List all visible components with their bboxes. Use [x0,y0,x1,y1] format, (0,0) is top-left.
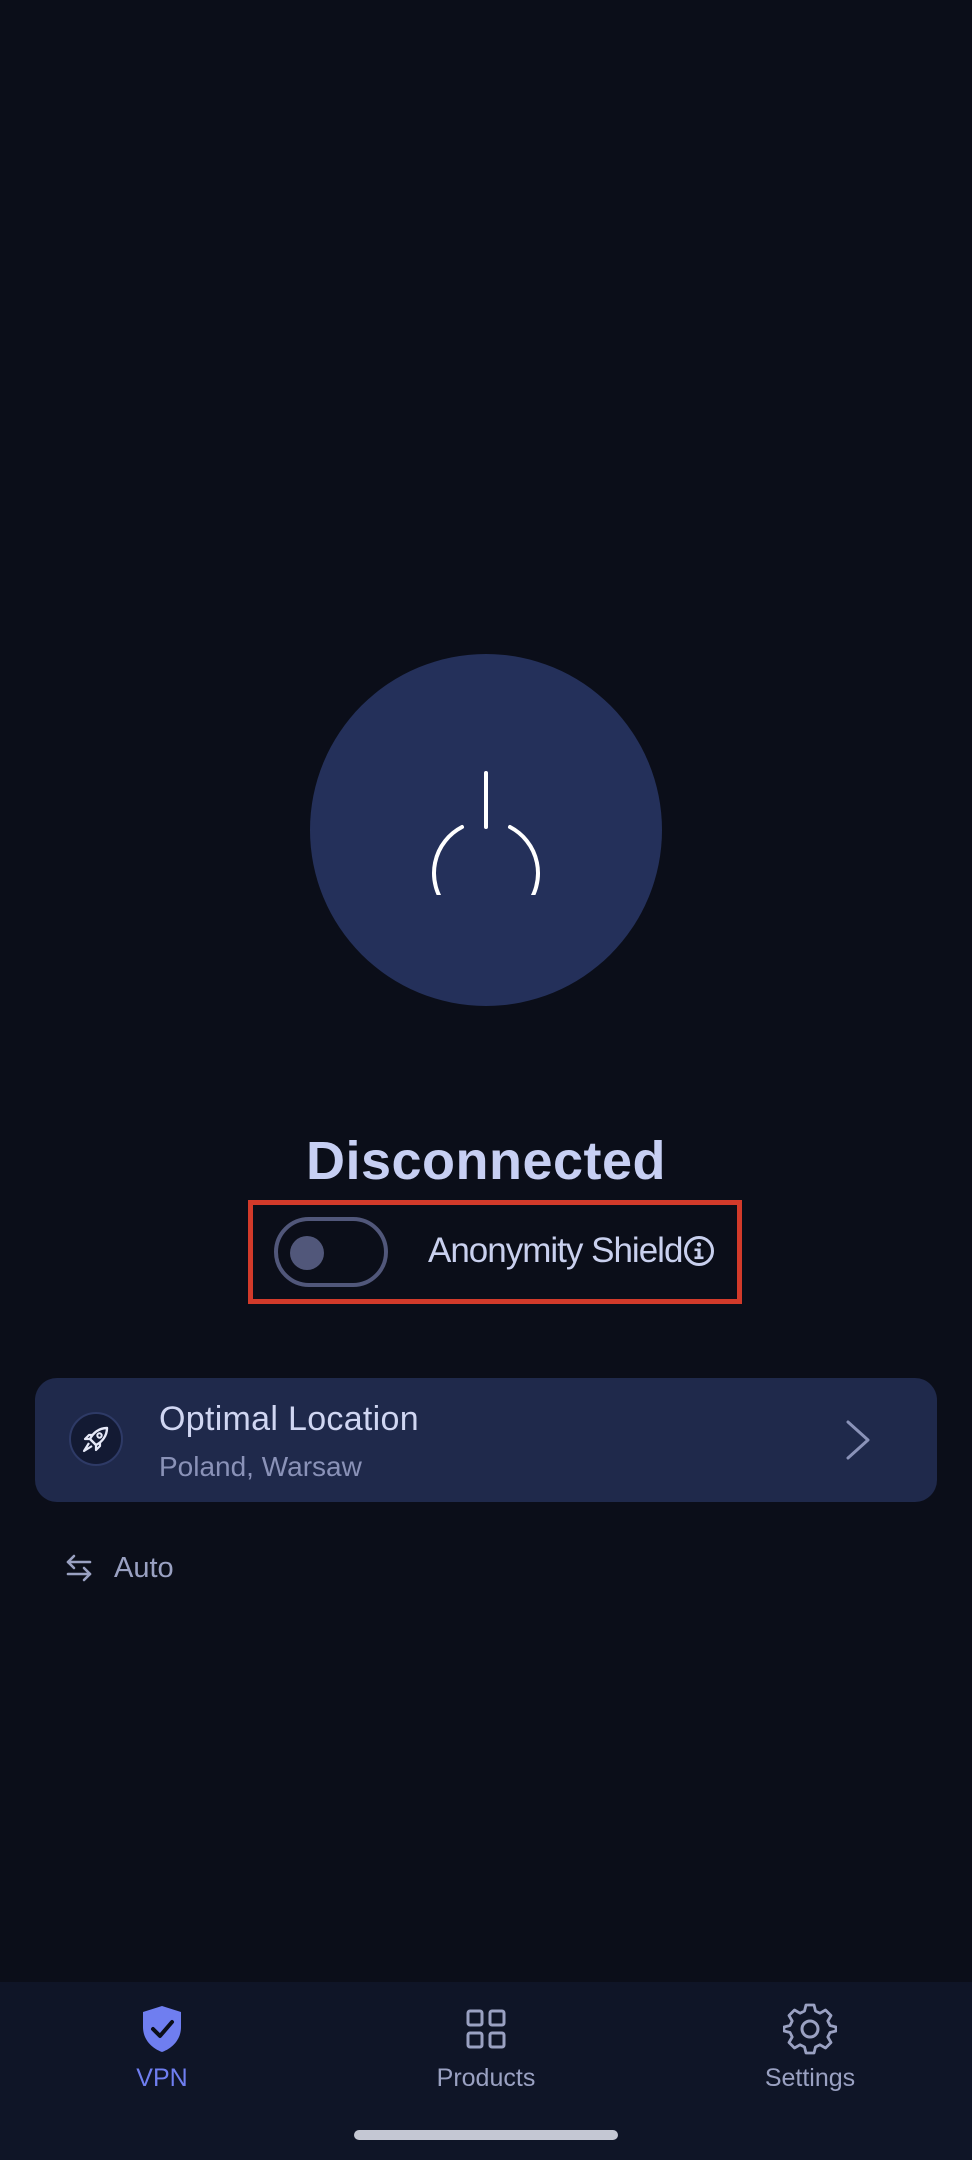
connect-power-button[interactable] [310,654,662,1006]
location-subtitle: Poland, Warsaw [159,1451,362,1482]
nav-label-vpn: VPN [136,2064,188,2092]
nav-item-vpn[interactable]: VPN [62,2002,262,2112]
rocket-icon-badge [69,1412,123,1466]
chevron-right-icon [846,1420,870,1460]
connection-status: Disconnected [305,1131,667,1191]
location-selector[interactable]: Optimal Location Poland, Warsaw [35,1378,937,1502]
shield-check-icon [143,2006,181,2052]
vpn-screen: Disconnected Anonymity Shield Optimal Lo… [0,0,972,2160]
toggle-knob [290,1236,324,1270]
grid-icon [466,2009,506,2049]
info-icon[interactable] [683,1235,715,1267]
power-icon [432,771,540,895]
gear-icon [783,2003,837,2055]
protocol-selector[interactable]: Auto [64,1546,174,1590]
anonymity-shield-label: Anonymity Shield [428,1231,683,1270]
nav-label-products: Products [436,2064,536,2092]
protocol-label: Auto [114,1551,174,1584]
rocket-icon [82,1426,109,1453]
home-indicator[interactable] [354,2130,618,2140]
anonymity-shield-toggle[interactable] [274,1217,388,1287]
nav-item-products[interactable]: Products [386,2002,586,2112]
nav-item-settings[interactable]: Settings [710,2002,910,2112]
location-title: Optimal Location [159,1400,419,1438]
swap-arrows-icon [66,1554,92,1582]
nav-label-settings: Settings [764,2064,856,2092]
